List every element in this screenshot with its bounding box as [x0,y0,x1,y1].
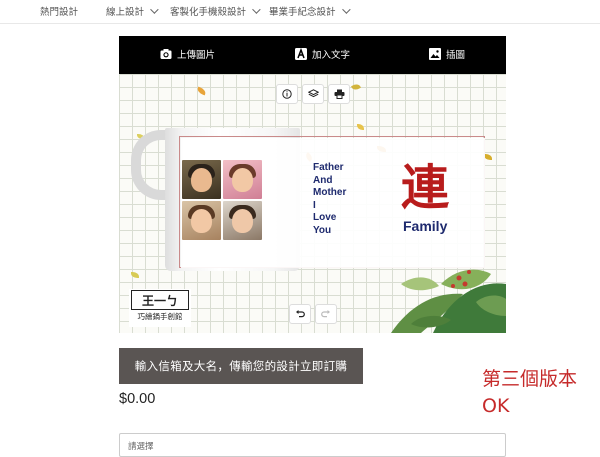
chevron-down-icon [341,5,351,14]
nav-label: 線上設計 [106,7,145,18]
big-chinese-character[interactable]: 連 [401,162,449,214]
option-select[interactable]: 請選擇 [119,433,506,457]
nav-label: 客製化手機殼設計 [170,7,247,18]
chevron-down-icon [252,5,261,14]
leaf-decoration [357,124,364,130]
undo-button[interactable] [289,304,311,324]
canvas-mini-toolbar [276,84,350,104]
image-icon [429,48,441,60]
annotation-line: OK [482,395,510,417]
text-icon [295,48,307,60]
brand-logo: 王一ㄅ 巧繪鍋手創館 [129,289,191,327]
annotation-line: 第三個版本 [482,368,578,390]
message-line: And [313,174,333,186]
chevron-down-icon [150,5,159,14]
mug-designer: 上傳圖片 加入文字 插圖 Father And Mother I Love Yo… [119,36,506,333]
info-button[interactable] [276,84,298,104]
love-message[interactable]: Father And Mother I Love You [313,162,346,237]
nav-label: 熱門設計 [40,7,79,18]
message-line: You [313,224,332,236]
message-line: Mother [313,187,347,198]
info-icon [282,89,292,99]
nav-item-phone-case[interactable]: 客製化手機殼設計 [170,4,261,18]
print-button[interactable] [328,84,350,104]
message-line: I [313,199,316,211]
photo-collage[interactable] [182,160,262,240]
leaf-decoration [484,154,492,160]
logo-caption: 巧繪鍋手創館 [137,312,183,321]
version-annotation: 第三個版本 OK [482,366,577,420]
upload-image-label: 上傳圖片 [177,50,216,61]
leaf-decoration [351,82,361,92]
insert-clipart-label: 插圖 [446,50,466,61]
design-canvas[interactable]: Father And Mother I Love You 連 Family 王一… [119,74,506,333]
undo-icon [296,310,305,318]
logo-mark: 王一ㄅ [131,290,189,310]
nav-item-online-design[interactable]: 線上設計 [106,4,159,18]
nav-label: 畢業手紀念設計 [269,7,336,18]
upload-image-button[interactable]: 上傳圖片 [160,47,215,61]
layers-button[interactable] [302,84,324,104]
family-text[interactable]: Family [403,218,447,234]
select-placeholder: 請選擇 [128,441,154,451]
top-navigation: 熱門設計 線上設計 客製化手機殼設計 畢業手紀念設計 [0,0,600,24]
nav-item-popular[interactable]: 熱門設計 [40,4,78,18]
family-photo [182,160,221,199]
leaf-decoration [131,272,139,278]
family-photo [182,201,221,240]
leaf-decoration [196,86,207,96]
order-button[interactable]: 輸入信箱及大名，傳輸您的設計立即訂購 [119,348,363,384]
printer-icon [334,89,344,99]
redo-icon [321,310,330,318]
history-controls [289,304,337,324]
layers-icon [307,89,319,98]
camera-icon [160,49,172,59]
designer-toolbar: 上傳圖片 加入文字 插圖 [119,36,506,74]
nav-item-graduation[interactable]: 畢業手紀念設計 [269,4,351,18]
family-photo [223,201,262,240]
message-line: Father [313,162,344,173]
product-price: $0.00 [119,391,156,407]
message-line: Love [313,212,337,223]
add-text-button[interactable]: 加入文字 [295,47,350,61]
insert-clipart-button[interactable]: 插圖 [429,47,465,61]
family-photo [223,160,262,199]
redo-button[interactable] [315,304,337,324]
add-text-label: 加入文字 [312,50,351,61]
